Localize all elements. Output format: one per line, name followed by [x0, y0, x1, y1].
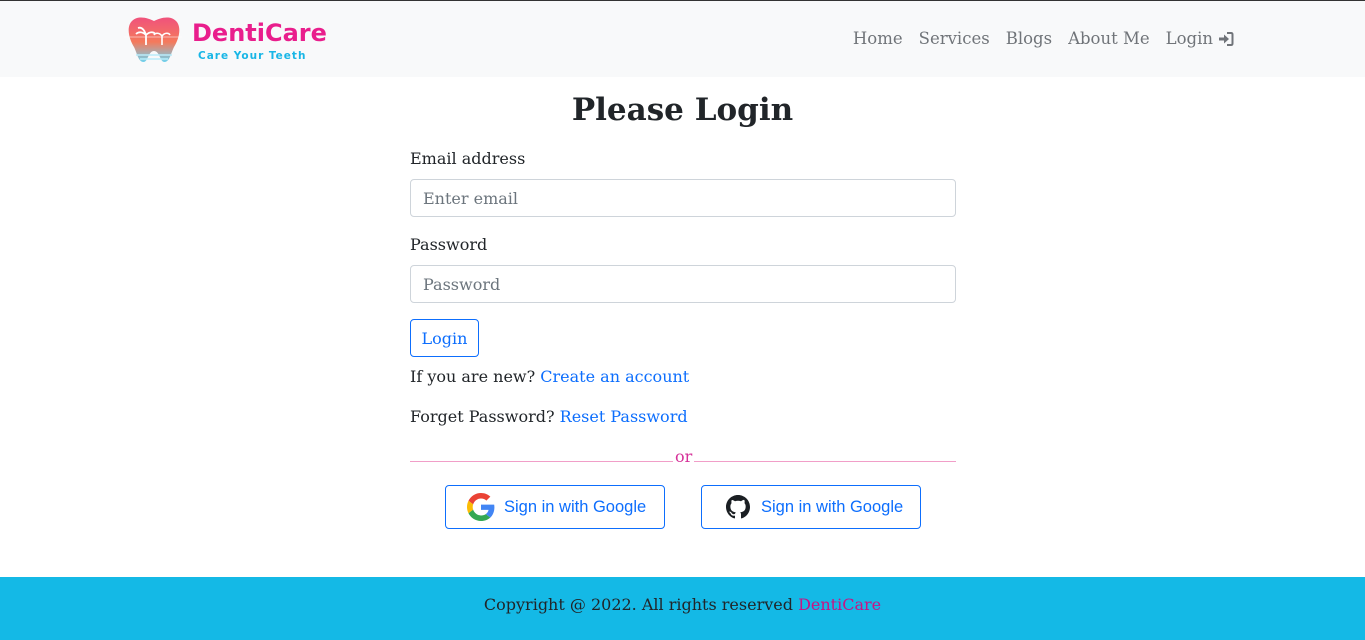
- nav-services[interactable]: Services: [919, 29, 990, 48]
- google-signin-button[interactable]: Sign in with Google: [445, 485, 665, 529]
- page-title: Please Login: [571, 92, 794, 128]
- new-user-text: If you are new?: [410, 367, 536, 386]
- forget-password-text: Forget Password?: [410, 407, 555, 426]
- sign-in-icon: [1219, 31, 1234, 46]
- github-icon: [726, 495, 750, 519]
- nav-home[interactable]: Home: [853, 29, 903, 48]
- main-nav: Home Services Blogs About Me Login: [853, 29, 1234, 48]
- footer: Copyright @ 2022. All rights reserved De…: [0, 577, 1365, 640]
- password-field[interactable]: [410, 265, 956, 303]
- brand-logo[interactable]: DentiCare Care Your Teeth: [124, 15, 327, 65]
- navbar: DentiCare Care Your Teeth Home Services …: [0, 1, 1365, 77]
- forget-password-line: Forget Password? Reset Password: [410, 407, 688, 426]
- footer-copyright-text: Copyright @ 2022. All rights reserved: [483, 595, 793, 614]
- tooth-logo-icon: [124, 17, 182, 63]
- email-label: Email address: [410, 149, 526, 168]
- divider-or-text: or: [673, 447, 695, 466]
- password-label: Password: [410, 235, 488, 254]
- new-user-line: If you are new? Create an account: [410, 367, 689, 386]
- email-field[interactable]: [410, 179, 956, 217]
- nav-login-label: Login: [1165, 29, 1213, 48]
- reset-password-link[interactable]: Reset Password: [560, 407, 688, 426]
- nav-blogs[interactable]: Blogs: [1006, 29, 1052, 48]
- google-signin-label: Sign in with Google: [504, 497, 647, 516]
- footer-brand: DentiCare: [798, 595, 882, 614]
- github-signin-label: Sign in with Google: [761, 497, 904, 516]
- brand-name: DentiCare: [192, 19, 327, 47]
- google-icon: [467, 493, 495, 521]
- create-account-link[interactable]: Create an account: [540, 367, 689, 386]
- footer-copyright: Copyright @ 2022. All rights reserved De…: [0, 595, 1365, 614]
- nav-login[interactable]: Login: [1166, 29, 1234, 48]
- github-signin-button[interactable]: Sign in with Google: [701, 485, 921, 529]
- login-button[interactable]: Login: [410, 319, 479, 357]
- brand-tagline: Care Your Teeth: [198, 50, 307, 62]
- nav-about-me[interactable]: About Me: [1068, 29, 1150, 48]
